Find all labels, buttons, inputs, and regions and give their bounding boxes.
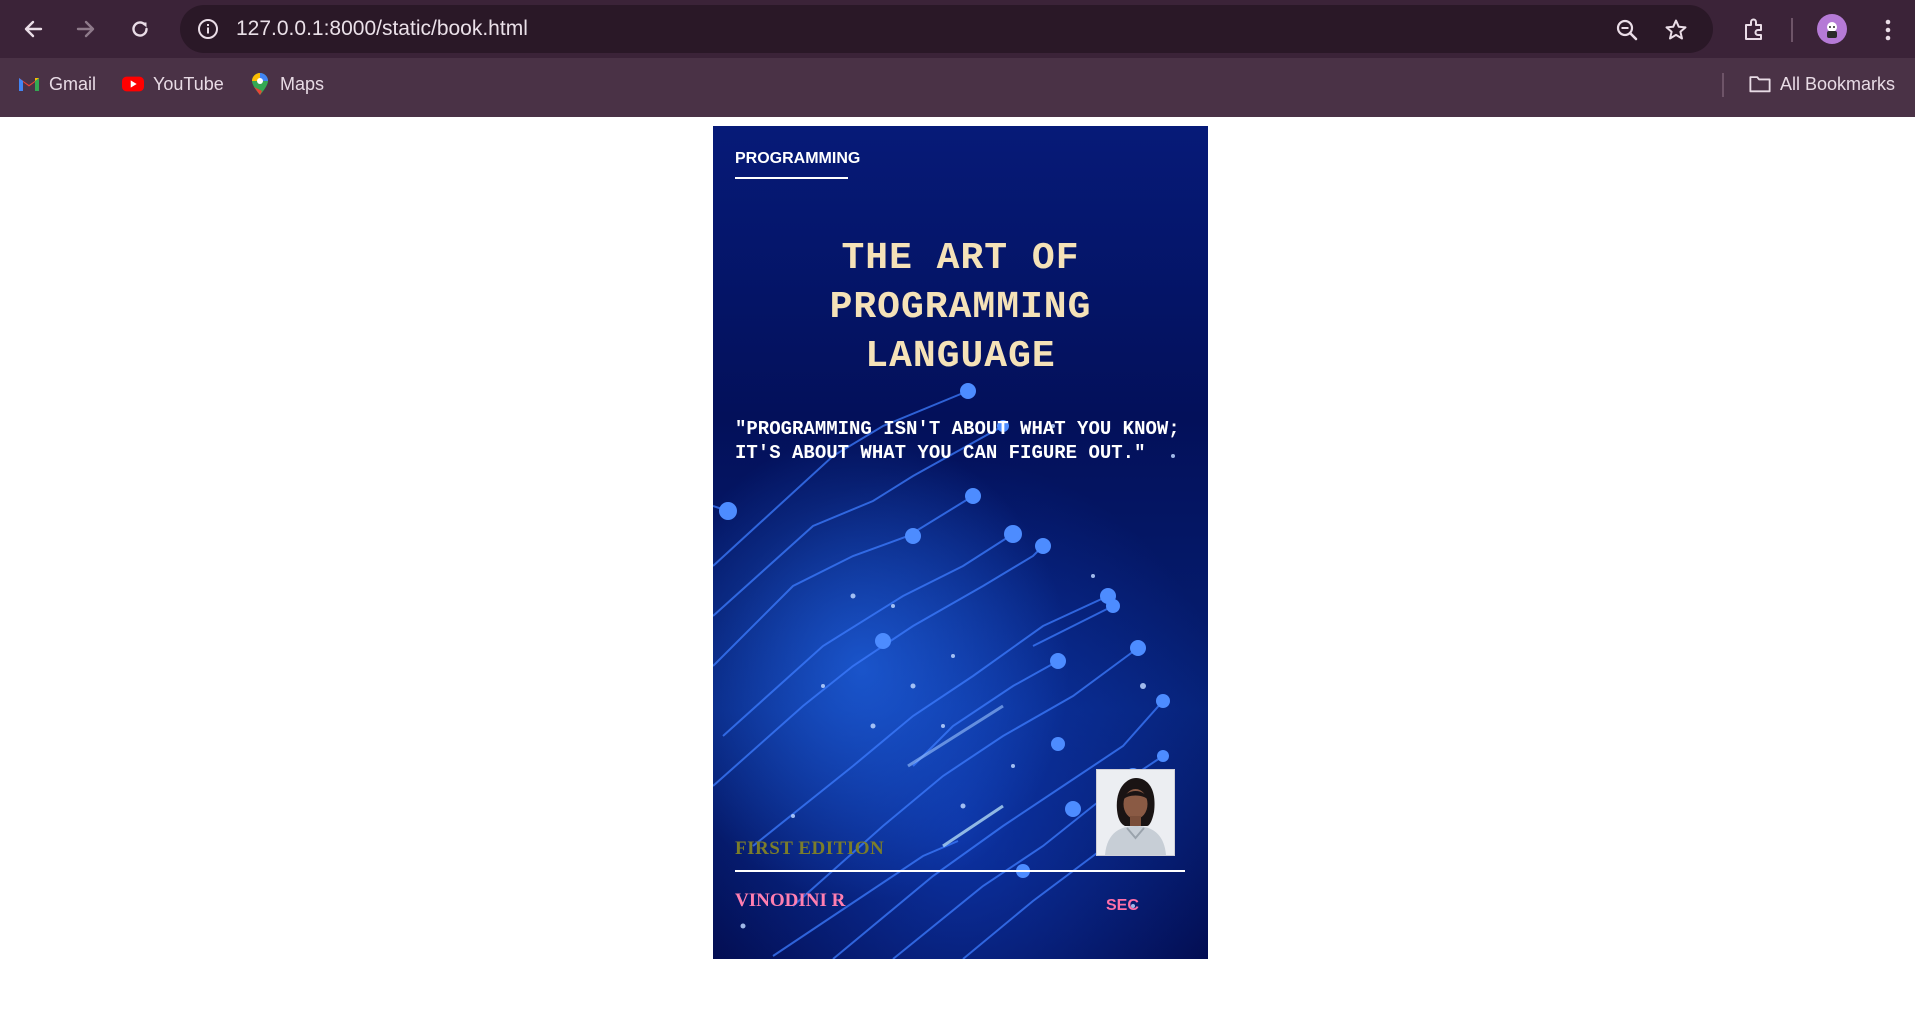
footer-rule	[735, 870, 1185, 872]
reload-icon	[132, 21, 148, 37]
book-edition: FIRST EDITION	[735, 838, 885, 859]
book-category: PROGRAMMING	[735, 150, 861, 167]
title-line-2: PROGRAMMING	[829, 286, 1092, 329]
category-underline	[735, 177, 848, 179]
url-text[interactable]: 127.0.0.1:8000/static/book.html	[236, 5, 528, 53]
toolbar-divider	[1791, 18, 1793, 42]
menu-kebab-icon[interactable]	[1872, 14, 1904, 46]
title-line-1: THE ART OF	[841, 237, 1080, 280]
bookmark-label: Gmail	[49, 73, 97, 94]
profile-icon	[1827, 22, 1837, 38]
back-arrow-icon	[24, 20, 43, 38]
bookmarks-divider	[1722, 73, 1724, 97]
all-bookmarks-button[interactable]: All Bookmarks	[1749, 68, 1895, 100]
bookmark-maps[interactable]: Maps	[249, 68, 324, 100]
browser-toolbar: 127.0.0.1:8000/static/book.html	[0, 0, 1915, 58]
book-title: THE ART OF PROGRAMMING LANGUAGE	[713, 234, 1208, 381]
all-bookmarks-label: All Bookmarks	[1780, 73, 1896, 94]
back-button[interactable]	[14, 10, 52, 48]
youtube-icon	[122, 73, 144, 95]
site-info-icon[interactable]	[196, 17, 220, 41]
forward-arrow-icon	[76, 20, 95, 38]
book-quote: "PROGRAMMING ISN'T ABOUT WHAT YOU KNOW; …	[735, 418, 1180, 464]
bookmark-label: Maps	[280, 73, 325, 94]
address-bar[interactable]: 127.0.0.1:8000/static/book.html	[180, 5, 1713, 53]
zoom-icon[interactable]	[1614, 17, 1640, 43]
title-line-3: LANGUAGE	[865, 335, 1056, 378]
extensions-icon[interactable]	[1738, 14, 1770, 46]
bookmark-gmail[interactable]: Gmail	[18, 68, 96, 100]
book-author: VINODINI R	[735, 890, 846, 911]
author-photo	[1096, 769, 1175, 856]
bookmark-star-icon[interactable]	[1663, 17, 1689, 43]
forward-button[interactable]	[67, 10, 105, 48]
gmail-icon	[18, 73, 40, 95]
reload-button[interactable]	[121, 10, 159, 48]
bookmark-label: YouTube	[153, 73, 224, 94]
bookmark-youtube[interactable]: YouTube	[122, 68, 224, 100]
profile-avatar[interactable]	[1817, 14, 1847, 44]
book-publisher: SEC	[1106, 897, 1139, 914]
book-cover: PROGRAMMING THE ART OF PROGRAMMING LANGU…	[713, 126, 1208, 959]
maps-icon	[249, 73, 271, 95]
folder-icon	[1749, 73, 1771, 95]
